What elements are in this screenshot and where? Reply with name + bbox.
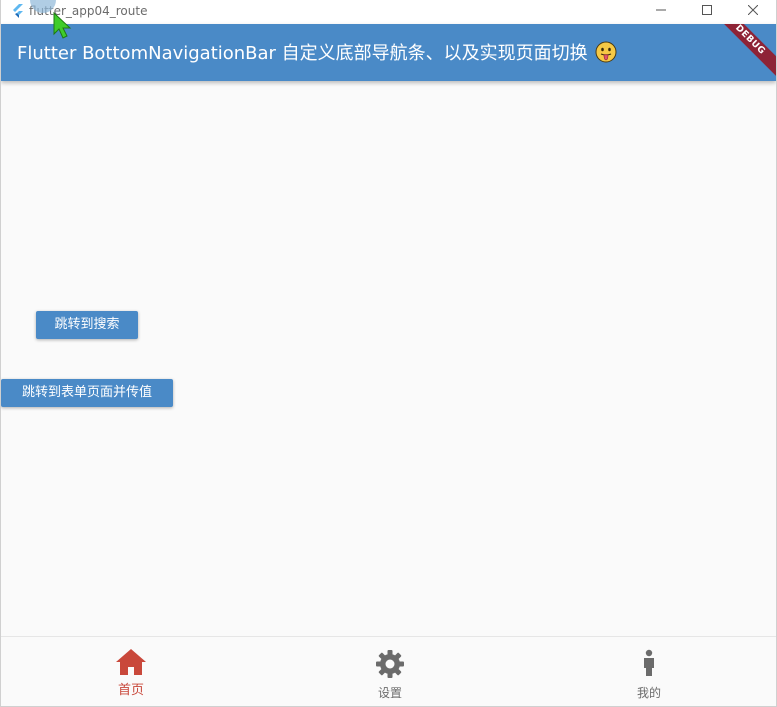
app-bar: Flutter BottomNavigationBar 自定义底部导航条、以及实… xyxy=(1,24,776,81)
mouse-cursor-icon xyxy=(30,0,72,39)
app-window: flutter_app04_route Flutter BottomNaviga… xyxy=(0,0,777,707)
bottom-nav-label-settings: 设置 xyxy=(377,686,402,700)
close-icon xyxy=(748,5,758,15)
home-icon xyxy=(116,649,146,675)
bottom-nav-item-home[interactable]: 首页 xyxy=(71,637,191,706)
window-titlebar[interactable]: flutter_app04_route xyxy=(1,0,776,24)
bottom-nav-label-mine: 我的 xyxy=(636,686,661,700)
maximize-button[interactable] xyxy=(684,0,730,20)
minimize-button[interactable] xyxy=(638,0,684,20)
close-button[interactable] xyxy=(730,0,776,20)
minimize-icon xyxy=(656,9,666,11)
bottom-nav-item-mine[interactable]: 我的 xyxy=(589,637,709,706)
flutter-logo-icon xyxy=(13,4,23,18)
debug-banner: DEBUG xyxy=(705,24,776,81)
tongue-emoji-icon xyxy=(595,41,617,63)
page-title-text: Flutter BottomNavigationBar 自定义底部导航条、以及实… xyxy=(17,43,588,64)
page-title: Flutter BottomNavigationBar 自定义底部导航条、以及实… xyxy=(17,41,617,65)
bottom-nav-label-home: 首页 xyxy=(117,683,144,698)
bottom-nav-item-settings[interactable]: 设置 xyxy=(330,637,450,706)
bottom-navigation-bar: 首页 设置 我的 xyxy=(1,636,776,706)
person-icon xyxy=(644,649,654,676)
go-to-search-button[interactable]: 跳转到搜索 xyxy=(36,311,138,339)
settings-gear-icon xyxy=(376,650,404,678)
maximize-icon xyxy=(702,5,712,15)
go-to-form-button[interactable]: 跳转到表单页面并传值 xyxy=(1,379,173,407)
